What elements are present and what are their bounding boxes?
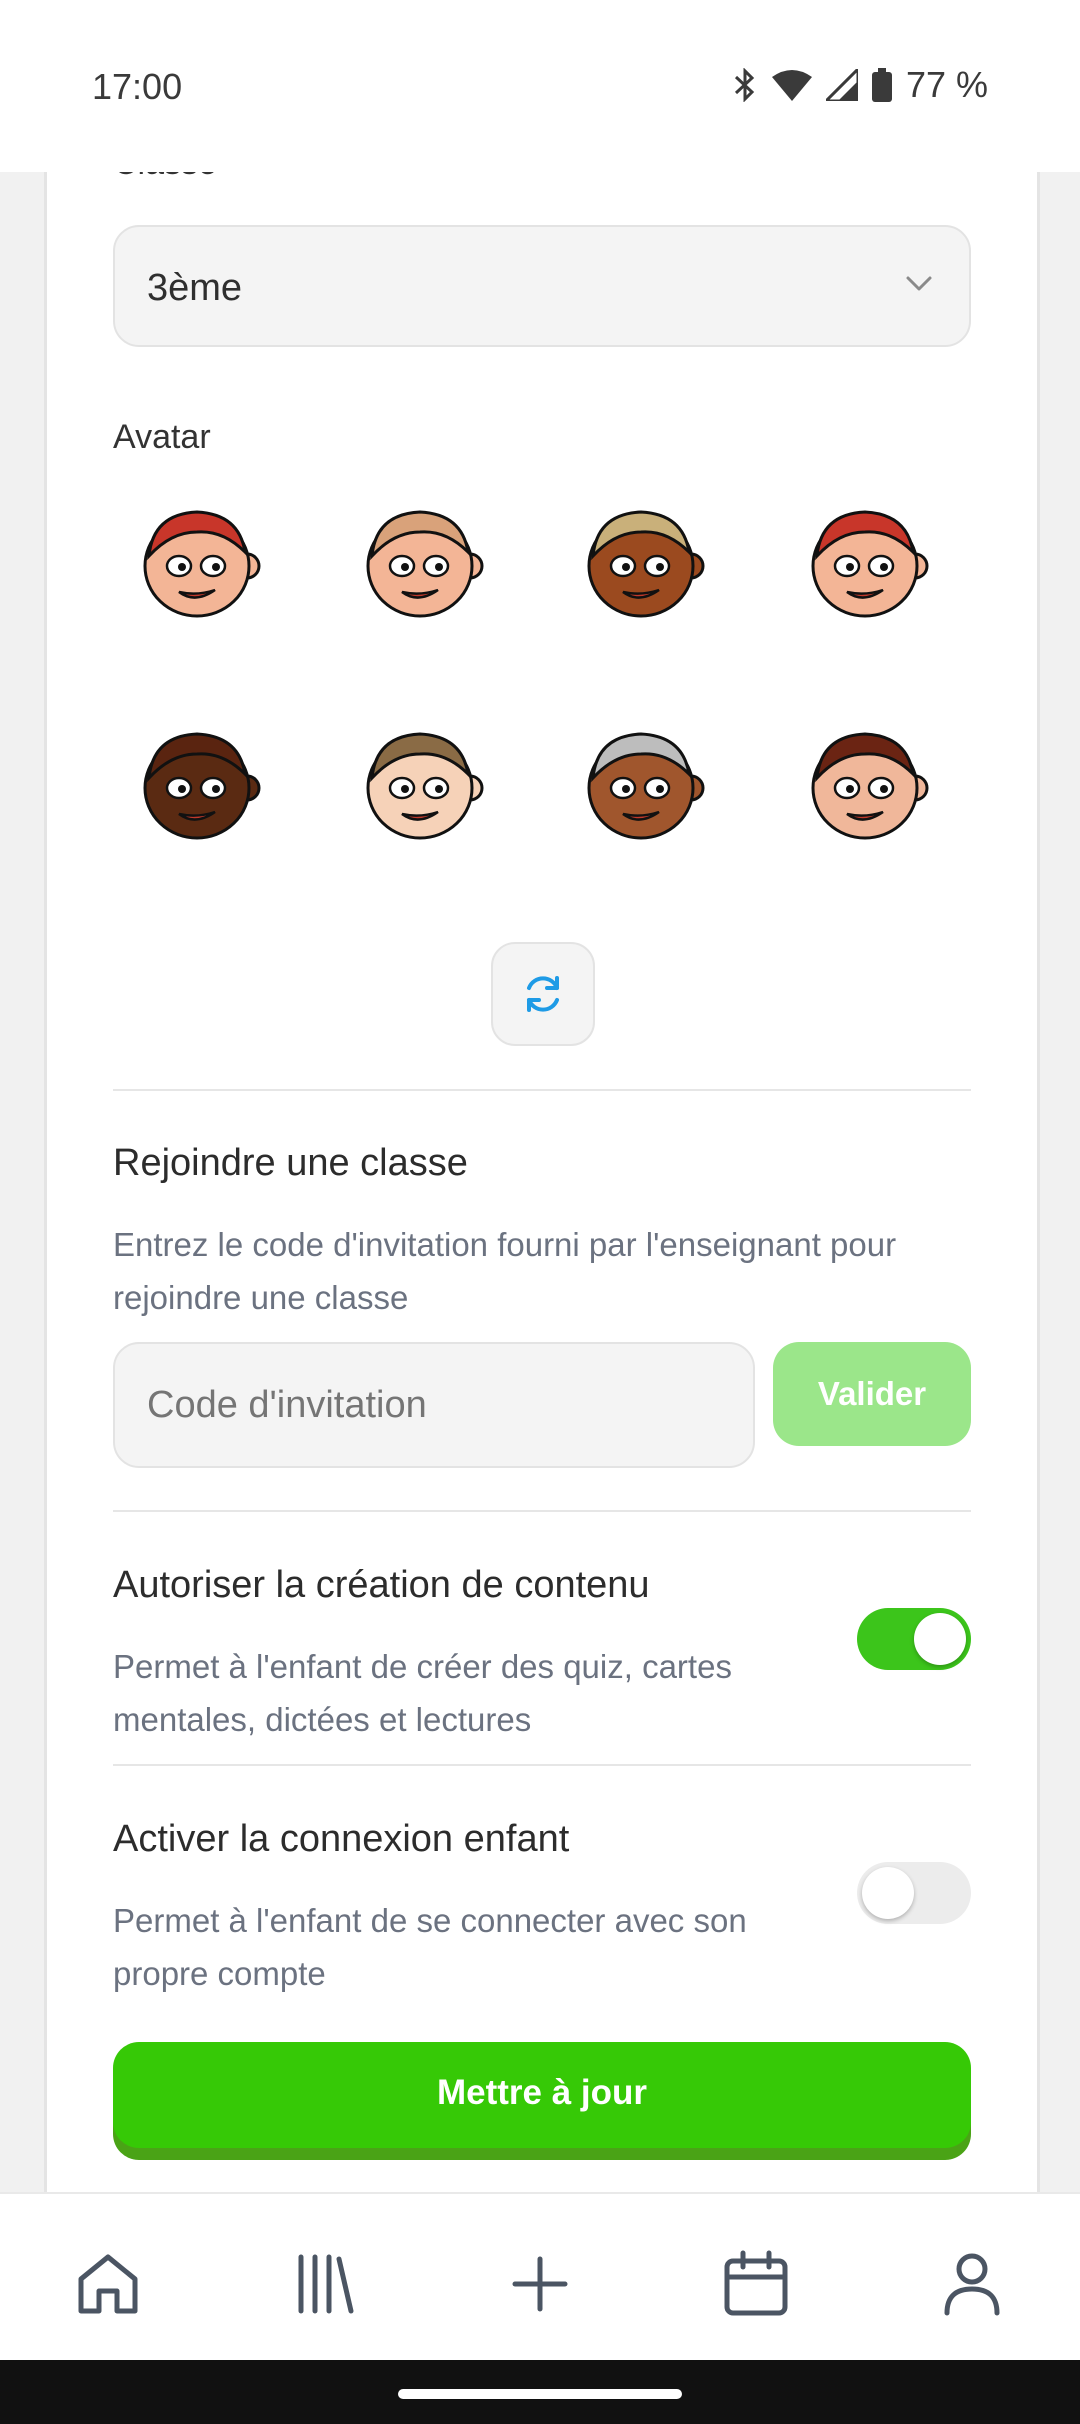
avatar-curly-dark-girl[interactable] <box>135 718 265 848</box>
child-login-title: Activer la connexion enfant <box>113 1818 570 1860</box>
avatar-red-hair-boy-image <box>143 510 261 618</box>
avatar-bald-angry-boy[interactable] <box>358 496 488 626</box>
avatar-brown-hair-boy-image <box>366 732 484 840</box>
signal-icon <box>825 69 858 101</box>
status-time: 17:00 <box>92 66 183 107</box>
avatar-red-buns-girl-image <box>811 510 929 618</box>
join-class-description: Entrez le code d'invitation fourni par l… <box>113 1226 897 1316</box>
divider <box>113 1764 971 1766</box>
nav-home[interactable] <box>70 2246 146 2322</box>
child-profile-form: Classe 3ème Avatar Rejoindre une classe … <box>44 172 1040 2192</box>
validate-button[interactable]: Valider <box>773 1342 971 1446</box>
divider <box>113 1510 971 1512</box>
avatar-grey-hair-girl[interactable] <box>579 718 709 848</box>
toggle-knob <box>862 1867 914 1919</box>
child-login-description: Permet à l'enfant de se connecter avec s… <box>113 1902 747 1992</box>
join-class-title: Rejoindre une classe <box>113 1142 468 1184</box>
battery-icon <box>871 68 892 102</box>
status-icons: 77 % <box>732 64 988 106</box>
calendar-icon <box>724 2250 788 2316</box>
toggle-knob <box>914 1613 966 1665</box>
avatar-bald-angry-boy-image <box>366 510 484 618</box>
divider <box>113 1089 971 1091</box>
avatar-red-hair-boy[interactable] <box>135 496 265 626</box>
class-select[interactable]: 3ème <box>113 225 971 347</box>
nav-add[interactable] <box>502 2246 578 2322</box>
chevron-down-icon <box>906 276 932 291</box>
nav-library[interactable] <box>286 2246 362 2322</box>
bluetooth-icon <box>734 68 755 102</box>
wifi-icon <box>771 70 812 101</box>
avatar-blonde-dark-boy-image <box>587 510 705 618</box>
home-icon <box>78 2254 138 2314</box>
content-creation-toggle[interactable] <box>857 1608 971 1670</box>
avatar-curly-dark-girl-image <box>143 732 261 840</box>
profile-icon <box>944 2253 1000 2316</box>
avatar-grey-hair-girl-image <box>587 732 705 840</box>
refresh-icon <box>527 976 559 1012</box>
nav-calendar[interactable] <box>718 2246 794 2322</box>
avatar-grid <box>113 492 971 892</box>
avatar-blonde-dark-boy[interactable] <box>579 496 709 626</box>
update-button[interactable]: Mettre à jour <box>113 2042 971 2148</box>
home-gesture-handle[interactable] <box>398 2389 682 2399</box>
class-label: Classe <box>113 172 217 183</box>
avatar-brown-bob-girl[interactable] <box>803 718 933 848</box>
nav-profile[interactable] <box>934 2246 1010 2322</box>
library-icon <box>298 2254 354 2314</box>
invitation-code-input[interactable] <box>113 1342 755 1468</box>
child-login-toggle[interactable] <box>857 1862 971 1924</box>
add-icon <box>512 2256 568 2312</box>
battery-level: 77 % <box>905 64 988 105</box>
refresh-avatars-button[interactable] <box>491 942 595 1046</box>
content-creation-description: Permet à l'enfant de créer des quiz, car… <box>113 1648 732 1738</box>
class-select-value: 3ème <box>147 267 243 309</box>
bottom-navigation <box>0 2192 1080 2362</box>
avatar-brown-hair-boy[interactable] <box>358 718 488 848</box>
avatar-red-buns-girl[interactable] <box>803 496 933 626</box>
avatar-brown-bob-girl-image <box>811 732 929 840</box>
status-bar: 17:00 77 % <box>0 0 1080 172</box>
avatar-label: Avatar <box>113 418 211 456</box>
content-creation-title: Autoriser la création de contenu <box>113 1564 650 1606</box>
